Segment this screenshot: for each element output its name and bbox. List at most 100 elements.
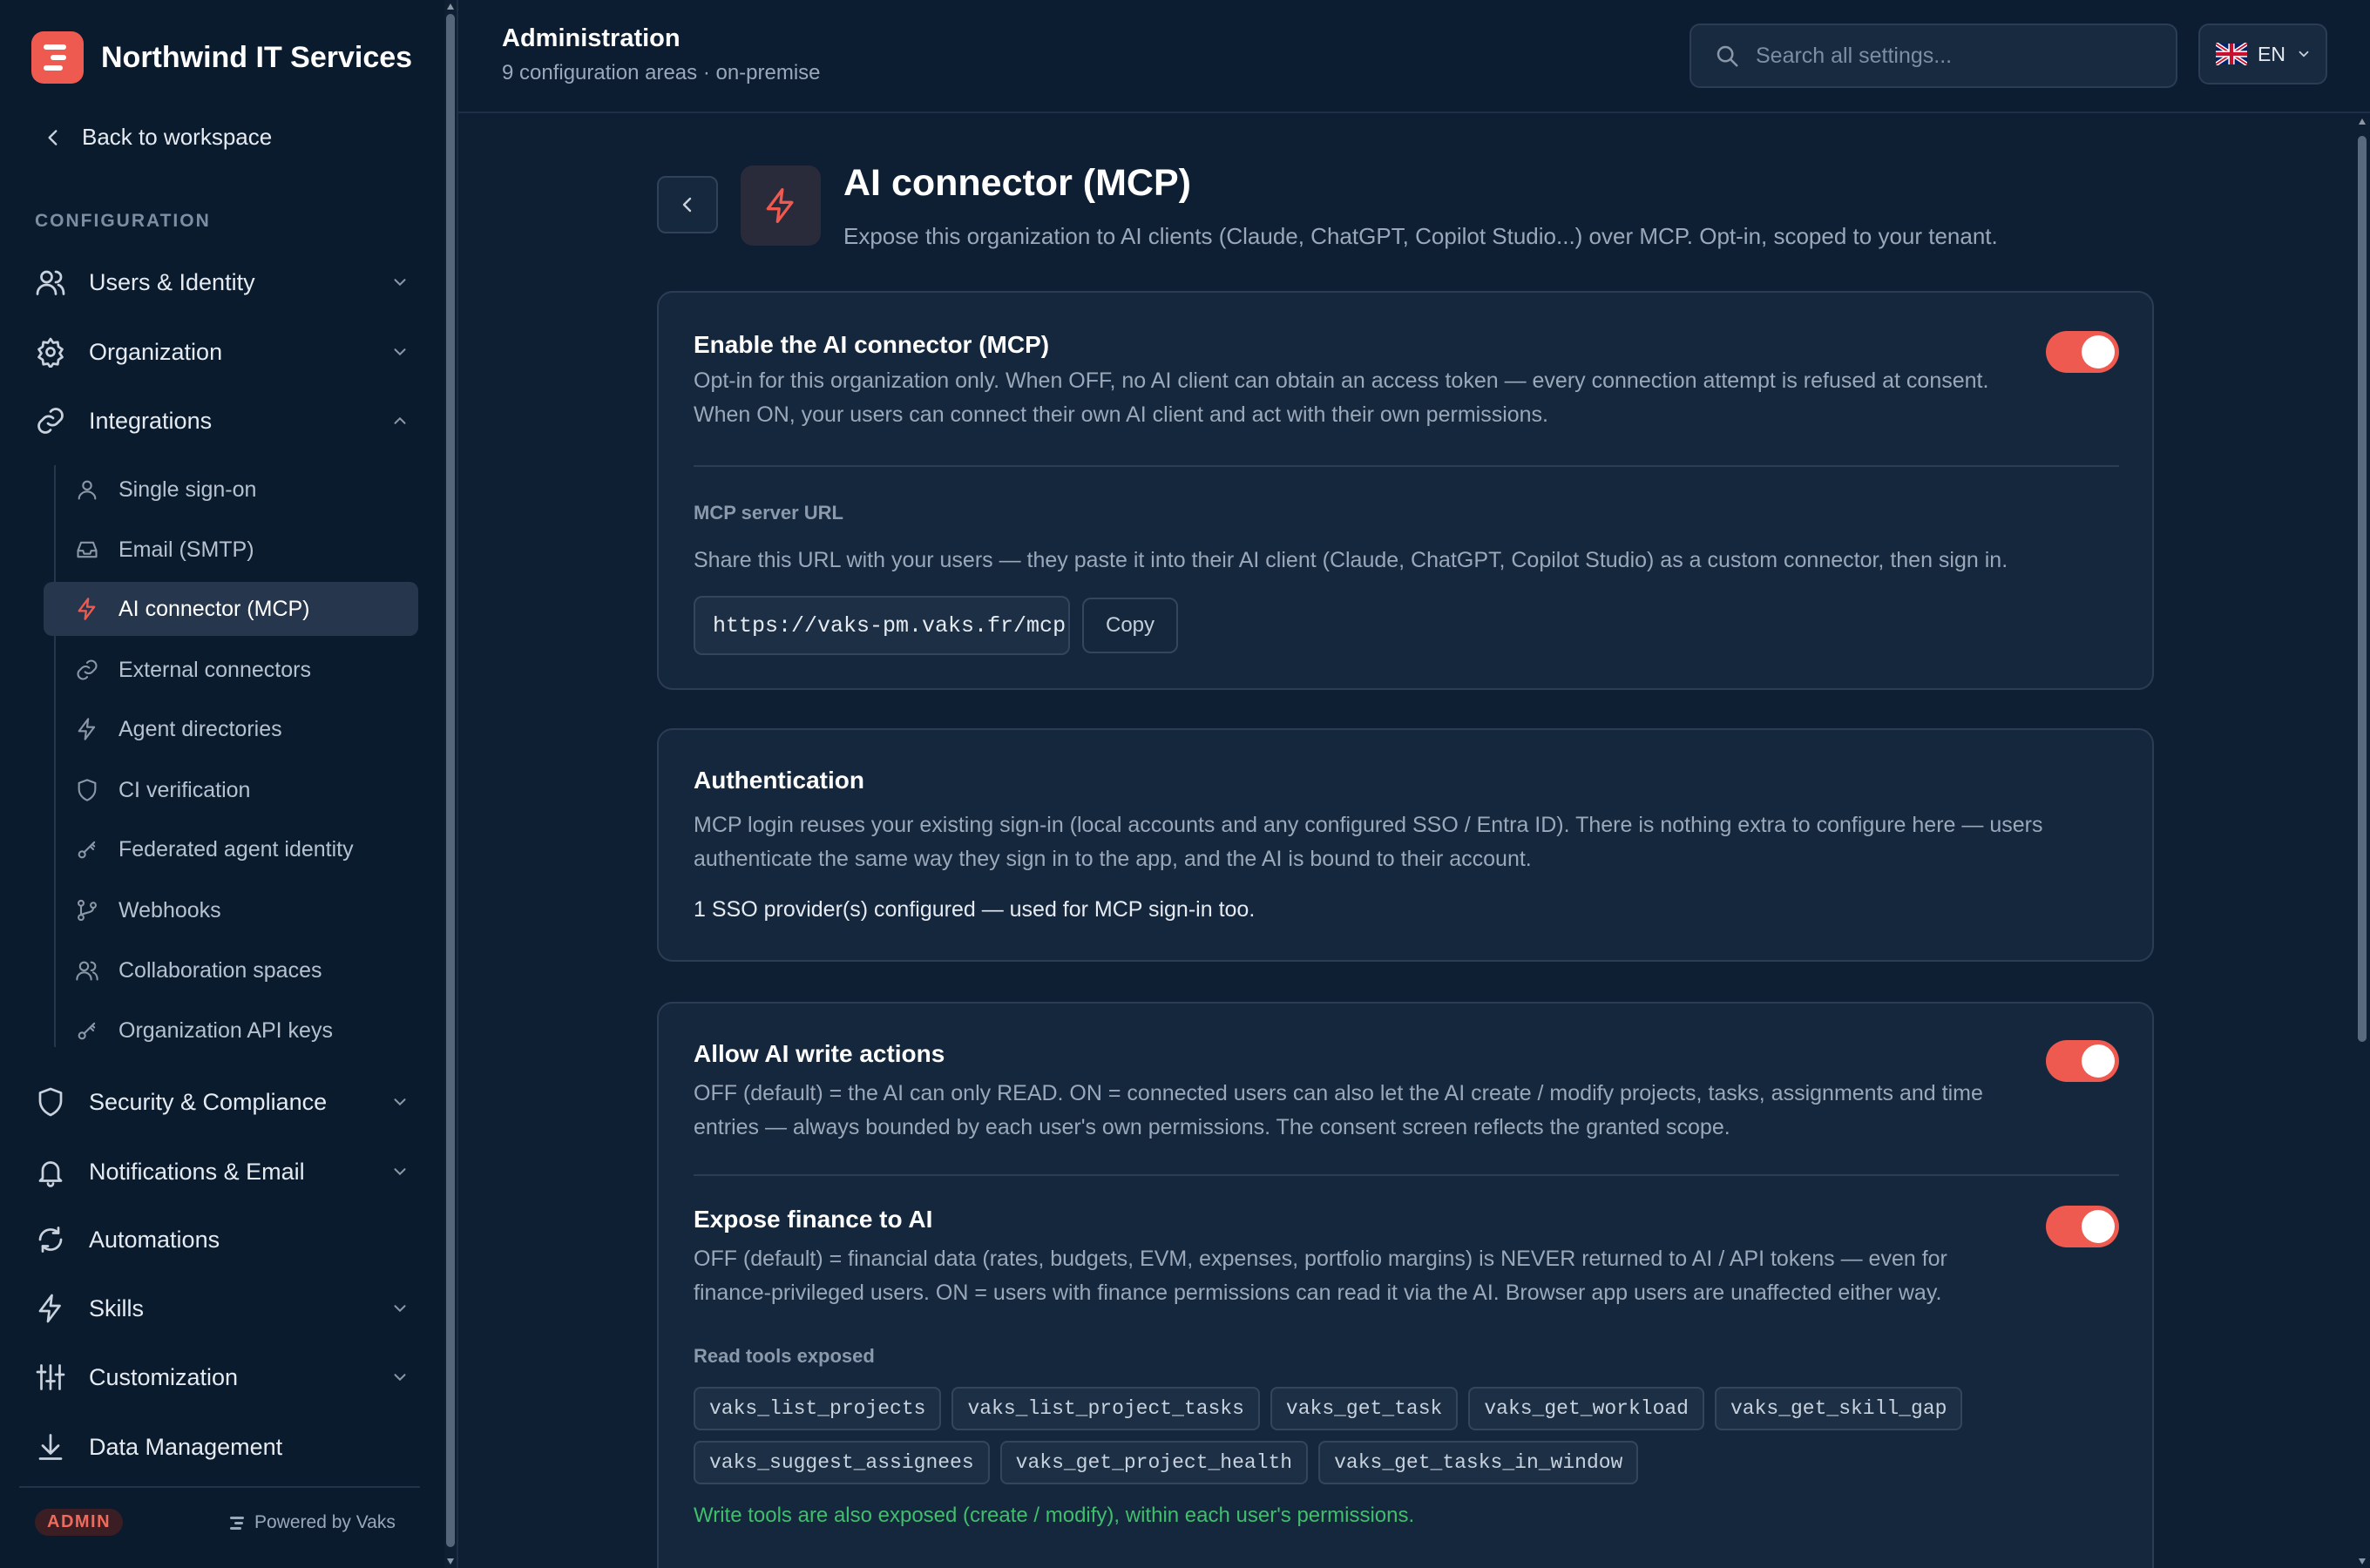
section-label: CONFIGURATION <box>35 211 211 231</box>
subitem-label: AI connector (MCP) <box>118 596 310 621</box>
powered-by-label: Powered by Vaks <box>254 1512 396 1532</box>
sidebar-subitem-federated-agent-identity[interactable]: Federated agent identity <box>44 822 418 876</box>
scrollbar-thumb[interactable] <box>2358 136 2367 1042</box>
scroll-down-arrow[interactable] <box>2359 1558 2366 1565</box>
sidebar-scrollbar[interactable] <box>444 0 457 1568</box>
page-back-button[interactable] <box>657 176 718 233</box>
sidebar-subitem-ci-verification[interactable]: CI verification <box>44 763 418 817</box>
sidebar-subitem-webhooks[interactable]: Webhooks <box>44 883 418 937</box>
subitem-label: Organization API keys <box>118 1017 333 1043</box>
scroll-up-arrow[interactable] <box>2359 118 2366 125</box>
key-icon <box>78 1022 96 1040</box>
write-actions-toggle[interactable] <box>2046 1040 2119 1082</box>
read-tools-label: Read tools exposed <box>694 1345 875 1367</box>
sidebar-item-label: Security & Compliance <box>89 1088 328 1115</box>
sidebar-subitem-ai-connector[interactable]: AI connector (MCP) <box>44 582 418 636</box>
sidebar-subitem-single-sign-on[interactable]: Single sign-on <box>44 463 418 517</box>
sidebar-item-label: Data Management <box>89 1433 283 1460</box>
chevron-left-icon <box>682 197 692 213</box>
tool-chip: vaks_get_workload <box>1468 1387 1704 1430</box>
brand-logo <box>31 31 84 84</box>
write-actions-description: OFF (default) = the AI can only READ. ON… <box>694 1081 1983 1139</box>
subitem-label: Agent directories <box>118 716 282 741</box>
copy-url-button[interactable]: Copy <box>1082 598 1178 653</box>
gear-icon <box>37 337 64 368</box>
inbox-icon <box>77 541 98 558</box>
admin-badge: ADMIN <box>35 1509 124 1536</box>
bolt-icon <box>78 598 96 620</box>
finance-description: OFF (default) = financial data (rates, b… <box>694 1247 1947 1305</box>
git-branch-icon <box>78 899 97 922</box>
subitem-label: Webhooks <box>118 897 221 923</box>
authentication-description: MCP login reuses your existing sign-in (… <box>694 813 2043 871</box>
back-link-label: Back to workspace <box>82 124 273 150</box>
sidebar-item-integrations[interactable]: Integrations <box>35 396 410 445</box>
search-input[interactable] <box>1756 43 2157 69</box>
sidebar-item-skills[interactable]: Skills <box>35 1284 410 1333</box>
connector-card: Enable the AI connector (MCP) Opt-in for… <box>657 291 2154 690</box>
tool-chip: vaks_get_project_health <box>999 1441 1309 1484</box>
enable-connector-description: Opt-in for this organization only. When … <box>694 368 1989 427</box>
sidebar: Northwind IT Services Back to workspace … <box>0 0 446 1568</box>
back-to-workspace-link[interactable]: Back to workspace <box>42 124 272 151</box>
header-title: Administration <box>502 24 681 52</box>
sidebar-subitem-collaboration-spaces[interactable]: Collaboration spaces <box>44 943 418 997</box>
tool-chip: vaks_list_project_tasks <box>951 1387 1260 1430</box>
scroll-down-arrow[interactable] <box>447 1558 454 1565</box>
chevron-down-icon <box>394 348 406 356</box>
sidebar-item-label: Skills <box>89 1294 145 1321</box>
scrollbar-thumb[interactable] <box>446 14 455 1547</box>
toggle-knob <box>2082 1210 2115 1243</box>
chevron-down-icon <box>394 1374 406 1382</box>
scroll-up-arrow[interactable] <box>447 3 454 10</box>
sidebar-item-data-management[interactable]: Data Management <box>35 1423 410 1471</box>
main-scrollbar[interactable] <box>2354 115 2370 1568</box>
sidebar-item-label: Organization <box>89 338 223 365</box>
read-tools-list: vaks_list_projects vaks_list_project_tas… <box>694 1387 2123 1484</box>
sidebar-subitem-agent-directories[interactable]: Agent directories <box>44 702 418 756</box>
card-divider <box>694 465 2119 467</box>
refresh-icon <box>38 1227 63 1253</box>
subitem-label: Collaboration spaces <box>118 957 322 983</box>
card-divider <box>694 1174 2119 1176</box>
language-selector[interactable]: EN <box>2198 24 2327 84</box>
toggle-knob <box>2082 335 2115 368</box>
shield-icon <box>78 779 97 801</box>
header-subtitle: 9 configuration areas · on-premise <box>502 61 821 84</box>
mcp-url-description: Share this URL with your users — they pa… <box>694 548 2008 572</box>
sidebar-subitem-organization-api-keys[interactable]: Organization API keys <box>44 1004 418 1058</box>
users-icon <box>36 270 65 295</box>
sidebar-subitem-email-smtp[interactable]: Email (SMTP) <box>44 523 418 577</box>
tool-chip: vaks_get_task <box>1270 1387 1459 1430</box>
sidebar-item-customization[interactable]: Customization <box>35 1353 410 1402</box>
authentication-card: Authentication MCP login reuses your exi… <box>657 728 2154 962</box>
sidebar-item-automations[interactable]: Automations <box>35 1215 410 1264</box>
user-icon <box>78 480 97 500</box>
enable-connector-toggle[interactable] <box>2046 331 2119 373</box>
write-tools-note: Write tools are also exposed (create / m… <box>694 1504 1415 1527</box>
page-description: Expose this organization to AI clients (… <box>843 223 1998 249</box>
sidebar-item-security-compliance[interactable]: Security & Compliance <box>35 1078 410 1126</box>
mcp-url-label: MCP server URL <box>694 502 843 524</box>
sidebar-item-notifications-email[interactable]: Notifications & Email <box>35 1147 410 1196</box>
shield-icon <box>38 1087 63 1117</box>
chevron-down-icon <box>2299 51 2309 57</box>
chevron-down-icon <box>394 279 406 287</box>
tool-chip: vaks_get_skill_gap <box>1714 1387 1963 1430</box>
sidebar-subitem-external-connectors[interactable]: External connectors <box>44 643 418 697</box>
sidebar-edge <box>457 0 458 1568</box>
bolt-icon <box>38 1294 61 1323</box>
finance-title: Expose finance to AI <box>694 1206 933 1233</box>
uk-flag-icon <box>2216 43 2247 65</box>
language-label: EN <box>2258 42 2285 65</box>
powered-by: Powered by Vaks <box>230 1512 396 1533</box>
subitem-label: External connectors <box>118 657 311 682</box>
sidebar-item-label: Notifications & Email <box>89 1158 305 1185</box>
sidebar-item-users-identity[interactable]: Users & Identity <box>35 258 410 307</box>
mcp-url-value[interactable]: https://vaks-pm.vaks.fr/mcp <box>694 596 1070 655</box>
finance-toggle[interactable] <box>2046 1206 2119 1247</box>
brand[interactable]: Northwind IT Services <box>31 31 412 84</box>
sidebar-item-organization[interactable]: Organization <box>35 328 410 376</box>
search-box[interactable] <box>1689 24 2177 88</box>
subitem-label: Single sign-on <box>118 476 257 502</box>
